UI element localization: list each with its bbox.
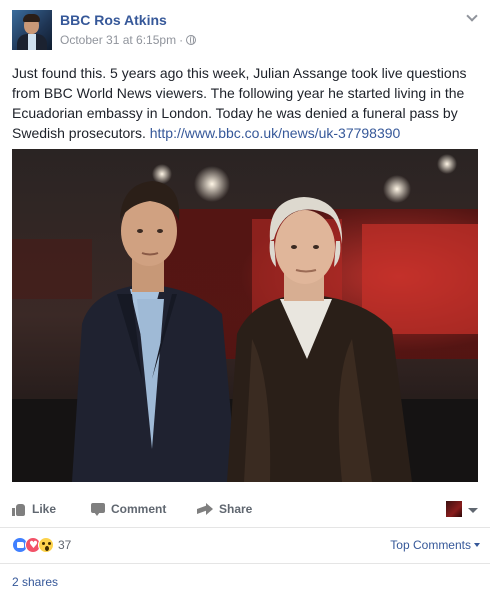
post-text: Just found this. 5 years ago this week, … <box>12 63 478 143</box>
speech-bubble-icon <box>91 502 105 516</box>
reaction-count: 37 <box>58 538 72 552</box>
like-label: Like <box>32 502 57 516</box>
facebook-post: BBC Ros Atkins October 31 at 6:15pm · Jus… <box>0 0 490 597</box>
top-comments-label: Top Comments <box>390 538 471 552</box>
wow-reaction-icon <box>38 537 54 553</box>
comment-button[interactable]: Comment <box>91 502 166 516</box>
post-header: BBC Ros Atkins October 31 at 6:15pm · <box>12 10 478 50</box>
viewer-avatar[interactable] <box>446 501 462 517</box>
top-comments-dropdown[interactable]: Top Comments <box>390 538 480 552</box>
shares-link[interactable]: 2 shares <box>12 575 58 589</box>
share-arrow-icon <box>197 502 213 516</box>
page-avatar[interactable] <box>12 10 52 50</box>
post-photo[interactable] <box>12 149 478 482</box>
caret-down-icon <box>474 543 480 547</box>
post-meta: October 31 at 6:15pm · <box>60 33 197 47</box>
post-options-chevron-icon[interactable] <box>466 12 478 24</box>
reactions-summary[interactable]: 37 <box>12 536 71 554</box>
thumbs-up-icon <box>12 503 26 516</box>
article-link[interactable]: http://www.bbc.co.uk/news/uk-37798390 <box>150 125 401 141</box>
share-label: Share <box>219 502 253 516</box>
chevron-down-icon[interactable] <box>468 508 478 513</box>
post-timestamp[interactable]: October 31 at 6:15pm <box>60 33 176 47</box>
page-name-link[interactable]: BBC Ros Atkins <box>60 12 167 28</box>
post-action-bar: Like Comment Share <box>0 494 490 526</box>
share-button[interactable]: Share <box>197 502 252 516</box>
comment-label: Comment <box>111 502 167 516</box>
like-button[interactable]: Like <box>12 502 56 516</box>
meta-separator: · <box>179 33 184 47</box>
globe-icon[interactable] <box>186 35 197 45</box>
divider <box>0 527 490 528</box>
divider <box>0 563 490 564</box>
photo-image <box>12 149 478 482</box>
